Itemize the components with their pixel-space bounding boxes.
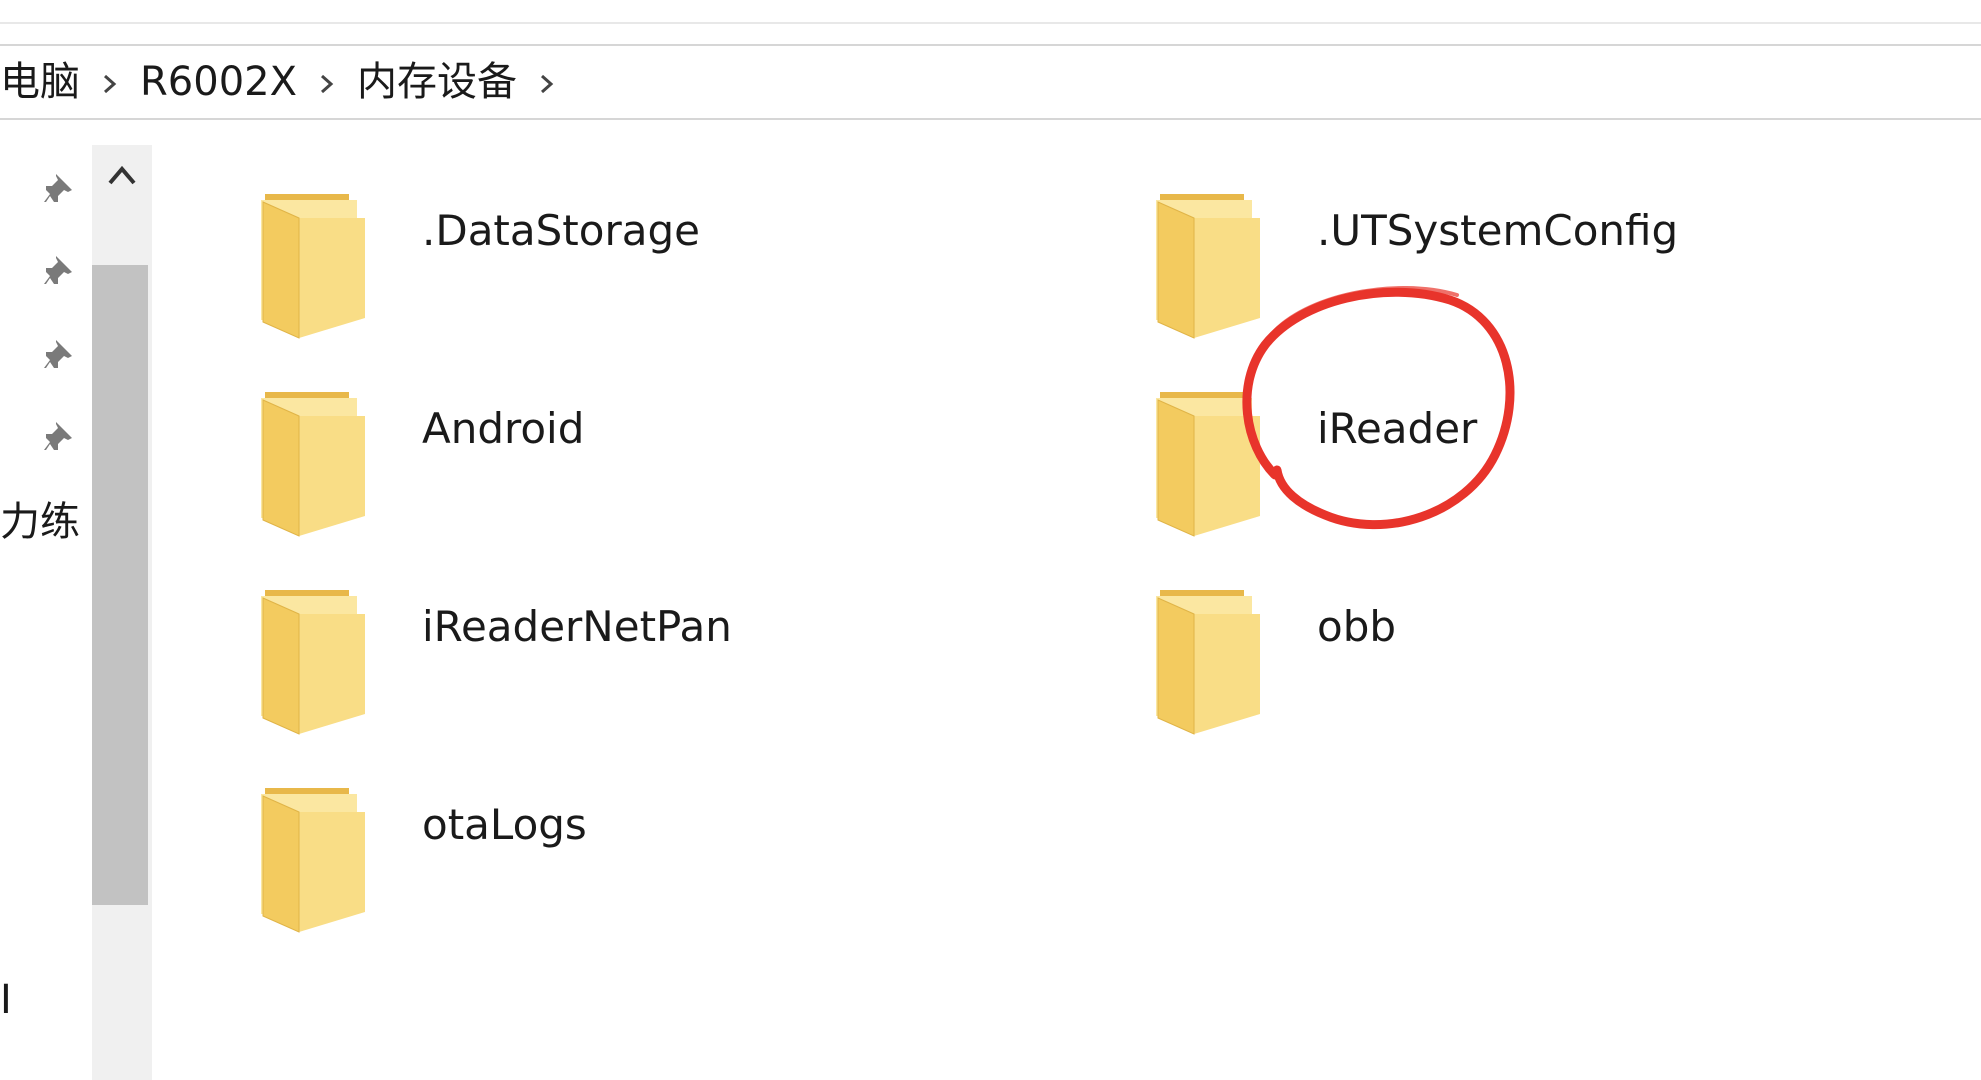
file-name: otaLogs — [422, 800, 587, 849]
folder-icon — [1152, 190, 1262, 340]
list-item[interactable]: .DataStorage — [257, 190, 1117, 370]
nav-item-partial[interactable]: 力练 — [0, 502, 80, 542]
breadcrumb-item-pc[interactable]: 电脑 — [0, 62, 80, 102]
file-explorer-window: 电脑 R6002X 内存设备 力练 I .DataStorage .UTSyst… — [0, 0, 1981, 1080]
file-name: Android — [422, 404, 585, 453]
breadcrumb-item-storage[interactable]: 内存设备 — [357, 62, 517, 102]
chevron-right-icon[interactable] — [517, 62, 577, 102]
pin-icon[interactable] — [38, 416, 80, 458]
file-list: .DataStorage .UTSystemConfig Android iRe… — [152, 120, 1981, 1080]
nav-item-partial[interactable]: I — [0, 980, 12, 1020]
file-name: obb — [1317, 602, 1397, 651]
list-item[interactable]: Android — [257, 388, 1117, 568]
breadcrumb[interactable]: 电脑 R6002X 内存设备 — [0, 44, 1981, 120]
toolbar-strip — [0, 0, 1981, 24]
file-name: iReaderNetPan — [422, 602, 732, 651]
file-name: .DataStorage — [422, 206, 700, 255]
file-name: .UTSystemConfig — [1317, 206, 1679, 255]
navigation-pane: 力练 I — [0, 120, 92, 1080]
chevron-right-icon[interactable] — [80, 62, 140, 102]
folder-icon — [1152, 388, 1262, 538]
pin-icon[interactable] — [38, 334, 80, 376]
file-name: iReader — [1317, 404, 1478, 453]
pin-icon[interactable] — [38, 168, 80, 210]
chevron-up-icon[interactable] — [92, 145, 152, 265]
folder-icon — [257, 586, 367, 736]
list-item[interactable]: otaLogs — [257, 784, 1117, 964]
list-item[interactable]: iReader — [1152, 388, 1981, 568]
list-item[interactable]: iReaderNetPan — [257, 586, 1117, 766]
breadcrumb-item-device[interactable]: R6002X — [140, 62, 297, 102]
list-item[interactable]: obb — [1152, 586, 1981, 766]
list-item[interactable]: .UTSystemConfig — [1152, 190, 1981, 370]
pin-icon[interactable] — [38, 250, 80, 292]
folder-icon — [1152, 586, 1262, 736]
folder-icon — [257, 190, 367, 340]
chevron-right-icon[interactable] — [297, 62, 357, 102]
scrollbar-thumb[interactable] — [92, 265, 148, 905]
folder-icon — [257, 784, 367, 934]
nav-scrollbar[interactable] — [92, 145, 152, 1080]
folder-icon — [257, 388, 367, 538]
